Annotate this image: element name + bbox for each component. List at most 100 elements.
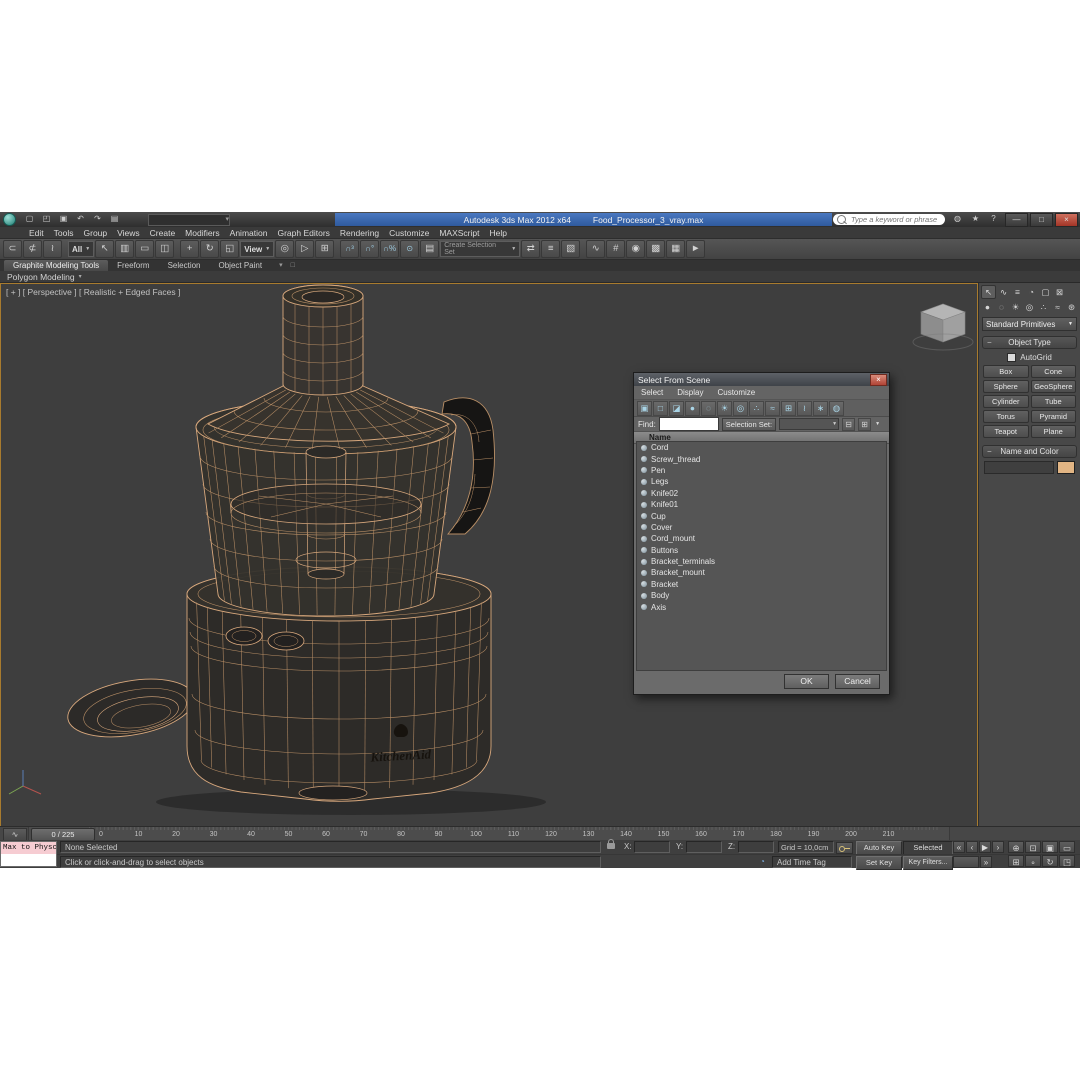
help-icon[interactable]: ?: [986, 213, 1001, 225]
spinner-snap-icon[interactable]: ⊙: [400, 240, 420, 258]
select-all-icon[interactable]: ▣: [637, 400, 652, 416]
selection-region-icon[interactable]: ▭: [135, 240, 155, 258]
maximize-button[interactable]: □: [1030, 213, 1053, 227]
selection-set-remove-icon[interactable]: ⊟: [842, 417, 856, 431]
select-and-move-icon[interactable]: +: [180, 240, 200, 258]
display-hidden-icon[interactable]: ◍: [829, 400, 844, 416]
panel-polygon-modeling[interactable]: Polygon Modeling: [7, 272, 75, 282]
key-mode-dropdown[interactable]: Selected: [903, 841, 953, 855]
z-coordinate-field[interactable]: [738, 841, 774, 853]
display-lights-icon[interactable]: ☀: [717, 400, 732, 416]
object-name-input[interactable]: [984, 461, 1054, 474]
display-frozen-icon[interactable]: ∗: [813, 400, 828, 416]
close-button[interactable]: ×: [1055, 213, 1078, 227]
communication-center-icon[interactable]: ◍: [950, 213, 965, 225]
go-to-end-button[interactable]: »: [980, 856, 992, 868]
layer-manager-icon[interactable]: ▧: [561, 240, 581, 258]
menu-tools[interactable]: Tools: [49, 227, 79, 239]
menu-views[interactable]: Views: [112, 227, 145, 239]
menu-help[interactable]: Help: [484, 227, 511, 239]
category-lights-icon[interactable]: ☀: [1009, 301, 1022, 313]
select-invert-icon[interactable]: ◪: [669, 400, 684, 416]
zoom-icon[interactable]: ⊕: [1008, 841, 1024, 853]
viewcube[interactable]: [912, 303, 974, 351]
scene-object-row[interactable]: Cover: [637, 522, 886, 533]
named-selection-sets-icon[interactable]: ▤: [420, 240, 440, 258]
ribbon-minimize-icon[interactable]: ▾: [279, 260, 283, 271]
scene-object-row[interactable]: Axis: [637, 601, 886, 612]
tab-graphite-modeling-tools[interactable]: Graphite Modeling Tools: [4, 260, 109, 271]
menu-create[interactable]: Create: [145, 227, 181, 239]
scene-object-row[interactable]: Legs: [637, 476, 886, 487]
scene-object-row[interactable]: Bracket_terminals: [637, 556, 886, 567]
previous-frame-button[interactable]: ‹: [966, 841, 978, 853]
next-frame-button[interactable]: ›: [992, 841, 1004, 853]
object-color-swatch[interactable]: [1057, 461, 1075, 474]
time-ruler[interactable]: 0 10 20 30 40 50 60 70 80 90 100 110 120 130 140 150 160…: [28, 827, 950, 841]
display-geometry-icon[interactable]: ●: [685, 400, 700, 416]
select-and-scale-icon[interactable]: ◱: [220, 240, 240, 258]
tab-freeform[interactable]: Freeform: [108, 260, 158, 271]
project-folder-icon[interactable]: ▤: [107, 213, 122, 225]
menu-modifiers[interactable]: Modifiers: [180, 227, 224, 239]
primitive-button-tube[interactable]: Tube: [1030, 395, 1076, 408]
scene-object-row[interactable]: Knife01: [637, 499, 886, 510]
percent-snap-icon[interactable]: ∩%: [380, 240, 400, 258]
go-to-start-button[interactable]: «: [953, 841, 965, 853]
category-cameras-icon[interactable]: ◎: [1023, 301, 1036, 313]
dialog-close-button[interactable]: ×: [870, 374, 887, 386]
selection-set-add-icon[interactable]: ⊞: [858, 417, 872, 431]
set-key-button[interactable]: Set Key: [856, 856, 902, 870]
tab-object-paint[interactable]: Object Paint: [210, 260, 272, 271]
menu-customize[interactable]: Customize: [384, 227, 434, 239]
scene-object-row[interactable]: Buttons: [637, 545, 886, 556]
category-spacewarps-icon[interactable]: ≈: [1051, 301, 1064, 313]
dialog-title-bar[interactable]: Select From Scene ×: [634, 373, 889, 386]
menu-rendering[interactable]: Rendering: [335, 227, 384, 239]
maxscript-mini-listener[interactable]: Max to Physc.: [0, 841, 57, 867]
select-none-icon[interactable]: □: [653, 400, 668, 416]
reference-coordinate-dropdown[interactable]: View ▼: [240, 241, 275, 257]
render-production-icon[interactable]: ►: [686, 240, 706, 258]
dialog-menu-display[interactable]: Display: [670, 388, 710, 397]
set-keys-button[interactable]: [836, 842, 853, 854]
category-shapes-icon[interactable]: ◌: [995, 301, 1008, 313]
tab-modify-icon[interactable]: ∿: [997, 286, 1010, 298]
tab-create-icon[interactable]: ↖: [981, 285, 996, 299]
use-pivot-center-icon[interactable]: ◎: [275, 240, 295, 258]
tab-display-icon[interactable]: ▢: [1039, 286, 1052, 298]
curve-editor-icon[interactable]: ∿: [586, 240, 606, 258]
scene-object-row[interactable]: Bracket_mount: [637, 567, 886, 578]
bind-to-spacewarp-icon[interactable]: ≀: [43, 240, 62, 258]
favorites-icon[interactable]: ★: [968, 213, 983, 225]
display-helpers-icon[interactable]: ∴: [749, 400, 764, 416]
display-groups-icon[interactable]: ⊞: [781, 400, 796, 416]
field-of-view-icon[interactable]: ▭: [1059, 841, 1075, 853]
angle-snap-icon[interactable]: ∩°: [360, 240, 380, 258]
autogrid-checkbox[interactable]: [1007, 352, 1017, 362]
find-input[interactable]: [658, 417, 719, 431]
titlebar-dropdown[interactable]: ▾: [148, 214, 230, 226]
orbit-icon[interactable]: ↻: [1042, 855, 1058, 867]
category-helpers-icon[interactable]: ∴: [1037, 301, 1050, 313]
search-input[interactable]: [849, 214, 945, 225]
mirror-icon[interactable]: ⇄: [521, 240, 541, 258]
auto-key-button[interactable]: Auto Key: [856, 841, 902, 855]
zoom-region-icon[interactable]: ⊞: [1008, 855, 1024, 867]
primitive-button-plane[interactable]: Plane: [1030, 425, 1076, 438]
rollout-object-type[interactable]: − Object Type: [982, 336, 1077, 349]
primitive-button-cone[interactable]: Cone: [1030, 365, 1076, 378]
new-scene-icon[interactable]: ▢: [22, 213, 37, 225]
scene-object-row[interactable]: Bracket: [637, 579, 886, 590]
schematic-view-icon[interactable]: #: [606, 240, 626, 258]
scene-object-row[interactable]: Knife02: [637, 488, 886, 499]
primitive-button-box[interactable]: Box: [983, 365, 1029, 378]
primitive-button-teapot[interactable]: Teapot: [983, 425, 1029, 438]
undo-icon[interactable]: ↶: [73, 213, 88, 225]
selection-lock-icon[interactable]: [607, 839, 615, 849]
scene-object-row[interactable]: Body: [637, 590, 886, 601]
display-cameras-icon[interactable]: ◎: [733, 400, 748, 416]
display-bones-icon[interactable]: ≀: [797, 400, 812, 416]
menu-group[interactable]: Group: [79, 227, 113, 239]
scene-object-row[interactable]: Screw_thread: [637, 453, 886, 464]
